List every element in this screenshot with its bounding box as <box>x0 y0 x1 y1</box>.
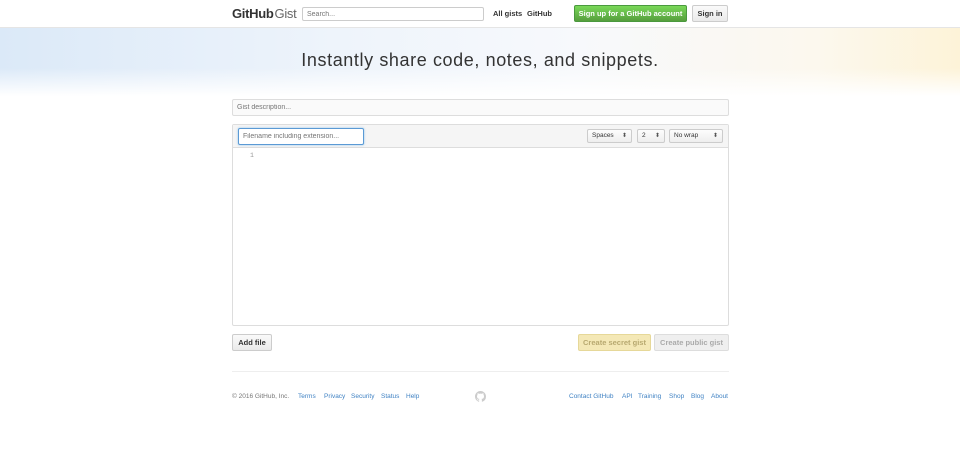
footer-link-terms[interactable]: Terms <box>298 393 316 400</box>
site-header: GitHubGist All gists GitHub Sign up for … <box>0 0 960 28</box>
indent-mode-select[interactable]: Spaces ⬍ <box>587 129 632 143</box>
footer-link-security[interactable]: Security <box>351 393 374 400</box>
nav-all-gists-link[interactable]: All gists <box>493 9 522 18</box>
footer-link-privacy[interactable]: Privacy <box>324 393 345 400</box>
footer-copyright: © 2016 GitHub, Inc. <box>232 393 290 400</box>
footer-link-blog[interactable]: Blog <box>691 393 704 400</box>
signup-button[interactable]: Sign up for a GitHub account <box>574 5 687 22</box>
indent-size-value: 2 <box>642 132 646 139</box>
add-file-button[interactable]: Add file <box>232 334 272 351</box>
footer-link-contact[interactable]: Contact GitHub <box>569 393 613 400</box>
wrap-mode-value: No wrap <box>674 132 699 139</box>
select-arrows-icon: ⬍ <box>654 133 660 139</box>
create-public-gist-button[interactable]: Create public gist <box>654 334 729 351</box>
github-gist-logo[interactable]: GitHubGist <box>232 6 297 21</box>
footer-link-api[interactable]: API <box>622 393 632 400</box>
filename-input[interactable] <box>238 128 364 145</box>
hero-banner: Instantly share code, notes, and snippet… <box>0 28 960 96</box>
indent-mode-value: Spaces <box>592 132 614 139</box>
signin-button[interactable]: Sign in <box>692 5 728 22</box>
footer-link-shop[interactable]: Shop <box>669 393 684 400</box>
footer-link-training[interactable]: Training <box>638 393 661 400</box>
gist-description-input[interactable] <box>232 99 729 116</box>
octocat-icon[interactable] <box>475 391 486 402</box>
logo-gist-text: Gist <box>274 6 297 21</box>
footer-link-status[interactable]: Status <box>381 393 399 400</box>
search-input[interactable] <box>302 7 484 21</box>
editor-header: Spaces ⬍ 2 ⬍ No wrap ⬍ <box>233 125 728 148</box>
file-editor: Spaces ⬍ 2 ⬍ No wrap ⬍ 1 <box>232 124 729 326</box>
logo-github-text: GitHub <box>232 6 274 21</box>
hero-title: Instantly share code, notes, and snippet… <box>301 50 659 70</box>
footer-link-help[interactable]: Help <box>406 393 419 400</box>
footer-link-about[interactable]: About <box>711 393 728 400</box>
indent-size-select[interactable]: 2 ⬍ <box>637 129 665 143</box>
create-secret-gist-button[interactable]: Create secret gist <box>578 334 651 351</box>
footer-divider <box>232 371 729 372</box>
select-arrows-icon: ⬍ <box>621 133 627 139</box>
select-arrows-icon: ⬍ <box>712 133 718 139</box>
nav-github-link[interactable]: GitHub <box>527 9 552 18</box>
wrap-mode-select[interactable]: No wrap ⬍ <box>669 129 723 143</box>
line-number: 1 <box>250 152 254 159</box>
